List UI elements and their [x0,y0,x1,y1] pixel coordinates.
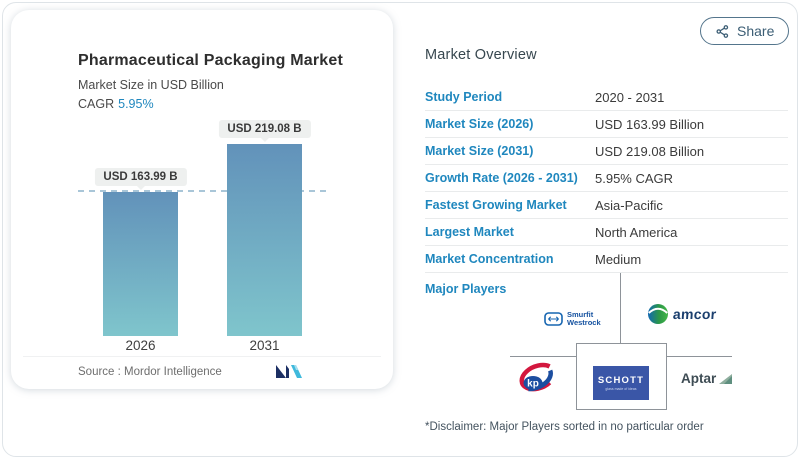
row-label: Fastest Growing Market [425,198,567,212]
logo-smurfit-westrock: Smurfit Westrock [544,311,601,326]
row-value: USD 219.08 Billion [595,143,705,159]
bar-value-label-2026: USD 163.99 B [94,168,187,187]
chart-card: Pharmaceutical Packaging Market Market S… [11,10,393,389]
overview-table: Study Period 2020 - 2031 Market Size (20… [425,84,788,273]
major-players-label: Major Players [425,282,507,296]
logo-kp: kp [514,358,560,403]
connector-horizontal-right [666,356,732,357]
row-label: Study Period [425,90,503,104]
bar-chart: USD 163.99 B USD 219.08 B [78,110,328,336]
svg-text:kp: kp [527,379,539,390]
disclaimer-text: *Disclaimer: Major Players sorted in no … [425,421,704,433]
page: Share Pharmaceutical Packaging Market Ma… [0,0,800,459]
bar-value-label-2031: USD 219.08 B [218,120,311,138]
bar-slot-2031: USD 219.08 B [218,110,311,336]
row-value: North America [595,224,678,240]
row-label: Largest Market [425,225,514,239]
logo-amcor: amcor [647,303,717,325]
aptar-icon [719,373,733,384]
overview-title: Market Overview [425,47,537,63]
table-row: Fastest Growing Market Asia-Pacific [425,192,788,219]
smurfit-line2: Westrock [567,317,601,327]
smurfit-westrock-icon [544,311,563,326]
table-row: Market Concentration Medium [425,246,788,273]
schott-tagline: glass made of ideas [605,387,637,391]
logo-aptar: Aptar [681,371,733,386]
row-label: Market Size (2031) [425,144,534,158]
table-row: Study Period 2020 - 2031 [425,84,788,111]
row-value: Asia-Pacific [595,197,663,213]
amcor-icon [648,304,668,324]
share-button[interactable]: Share [700,17,790,45]
cagr-value: 5.95% [118,97,154,111]
row-label: Market Concentration [425,252,554,266]
x-axis-label-2031: 2031 [249,338,280,353]
chart-cagr: CAGR 5.95% [78,97,154,111]
chart-subtitle: Market Size in USD Billion [78,78,224,92]
card-divider [23,356,381,357]
source-text: Source : Mordor Intelligence [78,366,222,378]
aptar-wordmark: Aptar [681,371,717,386]
schott-wordmark: SCHOTT [597,375,645,386]
cagr-label: CAGR [78,97,115,111]
row-value: 5.95% CAGR [595,170,674,186]
table-row: Growth Rate (2026 - 2031) 5.95% CAGR [425,165,788,192]
share-icon [716,24,729,38]
share-label: Share [737,23,775,39]
logo-schott: SCHOTT glass made of ideas [593,366,649,400]
row-label: Growth Rate (2026 - 2031) [425,171,578,185]
bar-2026[interactable] [103,192,178,336]
bar-slot-2026: USD 163.99 B [94,110,187,336]
table-row: Market Size (2031) USD 219.08 Billion [425,138,788,165]
bar-2031[interactable] [227,144,302,336]
row-label: Market Size (2026) [425,117,534,131]
row-value: 2020 - 2031 [595,89,665,105]
chart-title: Pharmaceutical Packaging Market [78,52,343,69]
row-value: Medium [595,251,642,267]
amcor-wordmark: amcor [672,306,718,322]
kp-icon: kp [519,362,553,392]
row-value: USD 163.99 Billion [595,116,705,132]
connector-horizontal-left [510,356,576,357]
mordor-intelligence-logo-icon [276,365,302,378]
table-row: Market Size (2026) USD 163.99 Billion [425,111,788,138]
table-row: Largest Market North America [425,219,788,246]
x-axis-label-2026: 2026 [125,338,156,353]
connector-vertical [620,273,621,343]
